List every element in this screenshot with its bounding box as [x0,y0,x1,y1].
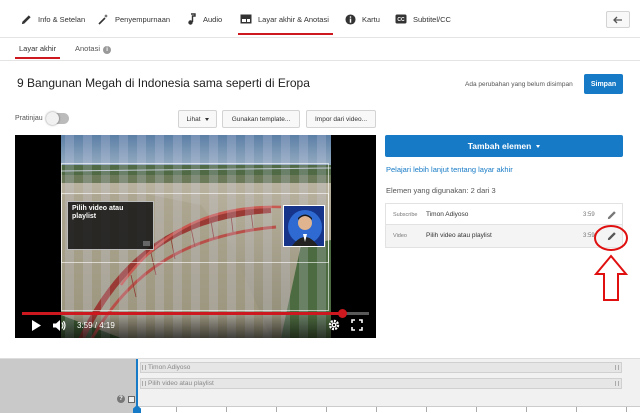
playlist-icon [143,241,150,246]
element-type: Subscribe [393,212,418,218]
divider [0,60,640,61]
timeline-track-subscribe[interactable]: Timon Adiyoso [140,362,622,373]
timeline-editor: Timon Adiyoso Pilih video atau playlist [0,358,640,413]
subtab-label: Layar akhir [19,44,57,53]
back-button[interactable] [606,11,630,28]
timecode: 3:59 / 4:19 [77,321,115,330]
red-circle-arrow-annotation [593,225,629,301]
learn-more-link[interactable]: Pelajari lebih lanjut tentang layar akhi… [386,165,513,174]
add-element-label: Tambah elemen [467,141,532,151]
elements-used-count: Elemen yang digunakan: 2 dari 3 [386,186,496,195]
ruler-tick [226,407,227,412]
ruler-tick [526,407,527,412]
magic-wand-icon [97,13,109,25]
element-list: Subscribe Timon Adiyoso 3:59 Video Pilih… [385,203,623,248]
tab-info-settings[interactable]: Info & Setelan [20,0,85,38]
tab-end-screen-annotations[interactable]: Layar akhir & Anotasi [238,0,333,38]
save-button[interactable]: Simpan [584,74,623,94]
view-dropdown-button[interactable]: Lihat [178,110,217,128]
ruler-tick [276,407,277,412]
tab-enhancements[interactable]: Penyempurnaan [97,0,170,38]
progress-bar[interactable] [22,309,369,318]
caret-down-icon [536,144,541,148]
caret-down-icon [204,117,209,121]
unsaved-changes-text: Ada perubahan yang belum disimpan [465,81,573,88]
subtab-end-screen[interactable]: Layar akhir [14,44,61,59]
info-icon: i [103,46,112,54]
music-note-icon [185,13,197,25]
element-name: Pilih video atau playlist [426,232,492,239]
timeline-ruler[interactable] [136,406,640,413]
end-screen-video-element[interactable]: Pilih video atau playlist [67,201,154,250]
ruler-tick [176,407,177,412]
settings-gear-icon[interactable] [328,319,340,331]
tab-label: Penyempurnaan [115,14,171,24]
tab-audio[interactable]: Audio [185,0,222,38]
ruler-tick [326,407,327,412]
subtab-label: Anotasi [75,44,101,53]
element-video-label: Pilih video atau playlist [72,205,124,220]
import-label: Impor dari video... [314,115,368,123]
list-item-subscribe[interactable]: Subscribe Timon Adiyoso 3:59 [386,204,622,225]
play-icon[interactable] [31,320,42,331]
tab-cards[interactable]: Kartu [344,0,380,38]
timeline-toggle-icon[interactable] [128,396,135,403]
timeline-playhead[interactable] [136,359,138,413]
template-label: Gunakan template... [231,115,291,123]
ruler-tick [476,407,477,412]
player-control-bar [15,313,376,338]
element-time: 3:59 [583,212,595,218]
cc-icon: CC [395,13,407,25]
tab-label: Kartu [362,14,380,24]
track-label: Pilih video atau playlist [148,380,214,387]
end-screen-icon [240,13,252,25]
avatar [284,206,324,246]
element-name: Timon Adiyoso [426,211,469,218]
ruler-tick [426,407,427,412]
ruler-tick [626,407,627,412]
use-template-button[interactable]: Gunakan template... [222,110,300,128]
sub-tab-bar: Layar akhir Anotasi i [0,38,640,60]
ruler-tick [376,407,377,412]
view-label: Lihat [186,115,201,123]
ruler-tick [576,407,577,412]
import-from-video-button[interactable]: Impor dari video... [306,110,376,128]
tab-label: Subtitel/CC [413,14,451,24]
timeline-track-video[interactable]: Pilih video atau playlist [140,378,622,389]
edit-pencil-icon[interactable] [607,210,617,220]
list-item-video[interactable]: Video Pilih video atau playlist 3:59 [386,225,622,247]
track-label: Timon Adiyoso [148,364,191,371]
back-arrow-icon [613,16,622,23]
tab-label: Audio [203,14,223,24]
video-title: 9 Bangunan Megah di Indonesia sama seper… [17,76,310,90]
add-element-button[interactable]: Tambah elemen [385,135,623,157]
fullscreen-icon[interactable] [351,319,363,331]
tab-label: Info & Setelan [38,14,86,24]
pencil-icon [20,13,32,25]
help-icon[interactable]: ? [117,395,125,403]
timeline-gutter [0,359,136,413]
info-card-icon [344,13,356,25]
volume-icon[interactable] [53,320,67,331]
tab-subtitles[interactable]: CC Subtitel/CC [395,0,451,38]
tab-label: Layar akhir & Anotasi [258,14,329,24]
progress-fill [22,312,343,315]
video-player[interactable]: Pilih video atau playlist 3:59 / 4:19 [15,135,376,338]
subtab-annotations[interactable]: Anotasi i [75,44,112,54]
preview-label: Pratinjau [15,115,43,122]
preview-toggle[interactable] [46,112,69,125]
svg-text:CC: CC [397,17,405,23]
subscribe-element-avatar[interactable] [283,205,325,247]
element-type: Video [393,233,407,239]
top-tab-bar: Info & Setelan Penyempurnaan Audio Layar… [0,0,640,38]
